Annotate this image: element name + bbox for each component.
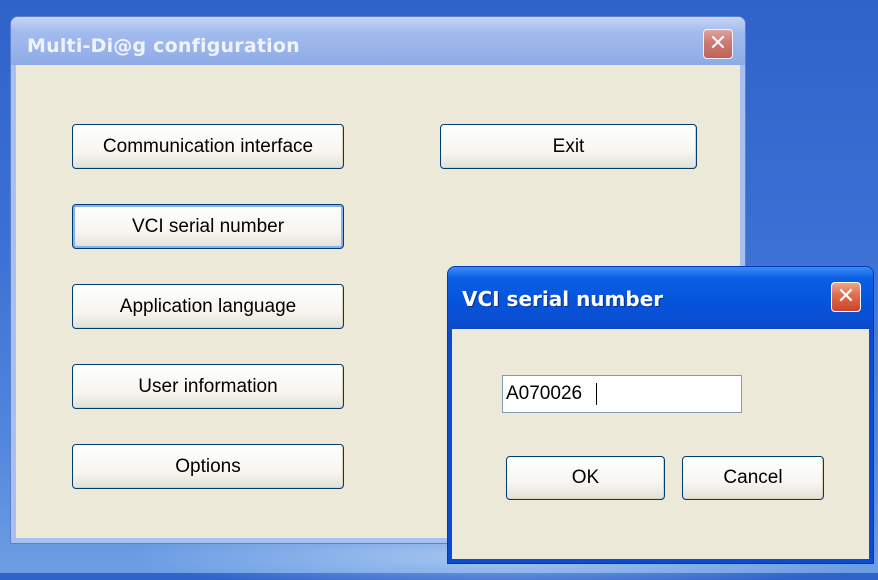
application-language-button-label: Application language: [119, 295, 297, 317]
cancel-button-label: Cancel: [723, 467, 783, 488]
vci-serial-number-button-label: VCI serial number: [131, 215, 285, 237]
options-button[interactable]: Options: [72, 444, 344, 489]
ok-button[interactable]: OK: [506, 456, 665, 500]
cancel-button[interactable]: Cancel: [682, 456, 824, 500]
dialog-client-area: OK Cancel: [452, 329, 869, 559]
dialog-titlebar[interactable]: VCI serial number ✕: [448, 267, 873, 329]
main-window-titlebar[interactable]: Multi-Di@g configuration ✕: [11, 17, 745, 65]
exit-button-label: Exit: [552, 135, 585, 157]
user-information-button[interactable]: User information: [72, 364, 344, 409]
ok-button-label: OK: [571, 467, 600, 488]
options-button-label: Options: [175, 455, 241, 477]
vci-serial-number-dialog: VCI serial number ✕ OK Cancel: [447, 266, 874, 564]
serial-number-input[interactable]: [502, 375, 742, 413]
communication-interface-button-label: Communication interface: [102, 135, 314, 157]
close-icon: ✕: [708, 31, 728, 56]
main-window-title: Multi-Di@g configuration: [27, 35, 300, 57]
dialog-close-button[interactable]: ✕: [831, 282, 861, 312]
main-window-close-button[interactable]: ✕: [703, 29, 733, 59]
application-language-button[interactable]: Application language: [72, 284, 344, 329]
text-caret: [596, 383, 597, 405]
dialog-title: VCI serial number: [462, 287, 664, 311]
exit-button[interactable]: Exit: [440, 124, 697, 169]
vci-serial-number-button[interactable]: VCI serial number: [72, 204, 344, 249]
close-icon: ✕: [836, 284, 856, 309]
user-information-button-label: User information: [138, 375, 278, 397]
communication-interface-button[interactable]: Communication interface: [72, 124, 344, 169]
